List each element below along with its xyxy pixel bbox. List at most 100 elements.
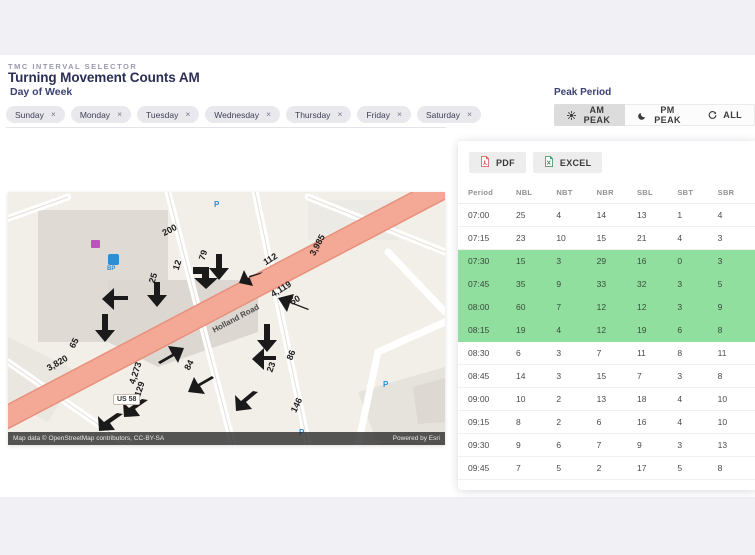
- table-row[interactable]: 08:15 19 4 12 19 6 8: [458, 318, 755, 342]
- day-chip-wednesday[interactable]: Wednesday ×: [205, 106, 280, 123]
- cell-sbr: 4: [717, 203, 755, 227]
- column-header-sbr[interactable]: SBR: [717, 182, 755, 204]
- peak-period-button-label: PM PEAK: [654, 105, 681, 125]
- column-header-nbr[interactable]: NBR: [596, 182, 637, 204]
- day-chip-friday[interactable]: Friday ×: [357, 106, 411, 123]
- cell-sbt: 6: [677, 318, 718, 342]
- cell-sbr: 13: [717, 433, 755, 457]
- day-chip-label: Thursday: [295, 109, 331, 120]
- cell-nbr: 13: [596, 387, 637, 411]
- cell-nbl: 25: [516, 203, 557, 227]
- table-row[interactable]: 09:45 7 5 2 17 5 8: [458, 456, 755, 480]
- interval-table: Period NBL NBT NBR SBL SBT SBR 07:00 25 4 14 13 1 4 0…: [458, 182, 755, 480]
- cell-sbt: 4: [677, 387, 718, 411]
- cell-sbl: 9: [636, 433, 678, 457]
- day-chip-label: Tuesday: [146, 109, 179, 120]
- close-icon[interactable]: ×: [467, 110, 472, 119]
- day-chip-tuesday[interactable]: Tuesday ×: [137, 106, 200, 123]
- route-shield-label: US 58: [113, 394, 141, 405]
- peak-period-pm-peak-button[interactable]: PM PEAK: [625, 104, 695, 126]
- table-row[interactable]: 07:30 15 3 29 16 0 3: [458, 249, 755, 273]
- cell-nbt: 7: [556, 295, 597, 319]
- excel-icon: [544, 156, 554, 169]
- close-icon[interactable]: ×: [337, 110, 342, 119]
- cell-nbt: 9: [556, 272, 597, 296]
- table-row[interactable]: 07:45 35 9 33 32 3 5: [458, 272, 755, 296]
- cell-nbl: 9: [516, 433, 557, 457]
- esri-attribution: Powered by Esri: [392, 435, 440, 442]
- cell-nbl: 14: [516, 364, 557, 388]
- day-chip-saturday[interactable]: Saturday ×: [417, 106, 481, 123]
- cell-nbl: 15: [516, 249, 557, 273]
- peak-period-all-button[interactable]: ALL: [695, 104, 755, 126]
- cell-sbr: 11: [717, 341, 755, 365]
- column-header-sbl[interactable]: SBL: [636, 182, 678, 204]
- cell-period: 07:00: [458, 203, 516, 227]
- peak-period-button-group: AM PEAK PM PEAK ALL: [554, 104, 755, 126]
- table-row[interactable]: 07:15 23 10 15 21 4 3: [458, 226, 755, 250]
- cell-nbt: 5: [556, 456, 597, 480]
- day-of-week-chip-list: Sunday × Monday × Tuesday × Wednesday × Thursday…: [6, 106, 481, 123]
- table-row[interactable]: 09:30 9 6 7 9 3 13: [458, 433, 755, 457]
- cell-nbl: 19: [516, 318, 557, 342]
- cell-nbl: 10: [516, 387, 557, 411]
- cell-sbr: 8: [717, 318, 755, 342]
- peak-period-am-peak-button[interactable]: AM PEAK: [554, 104, 625, 126]
- close-icon[interactable]: ×: [185, 110, 190, 119]
- table-row[interactable]: 09:15 8 2 6 16 4 10: [458, 410, 755, 434]
- cell-sbl: 16: [636, 249, 678, 273]
- cell-sbr: 3: [717, 226, 755, 250]
- cell-nbt: 3: [556, 364, 597, 388]
- cell-nbt: 4: [556, 318, 597, 342]
- cell-period: 07:30: [458, 249, 516, 273]
- export-toolbar: PDF EXCEL: [458, 141, 755, 182]
- table-row[interactable]: 07:00 25 4 14 13 1 4: [458, 203, 755, 227]
- close-icon[interactable]: ×: [266, 110, 271, 119]
- export-button-label: PDF: [496, 157, 515, 168]
- close-icon[interactable]: ×: [397, 110, 402, 119]
- cell-nbl: 8: [516, 410, 557, 434]
- cell-nbr: 12: [596, 318, 637, 342]
- shop-icon: [91, 240, 100, 248]
- cell-nbt: 2: [556, 387, 597, 411]
- cell-sbl: 17: [636, 456, 678, 480]
- close-icon[interactable]: ×: [51, 110, 56, 119]
- cell-sbl: 32: [636, 272, 678, 296]
- cell-nbr: 15: [596, 364, 637, 388]
- day-chip-monday[interactable]: Monday ×: [70, 106, 132, 123]
- cell-sbl: 21: [636, 226, 678, 250]
- cell-period: 08:15: [458, 318, 516, 342]
- fuel-station-icon: [108, 254, 119, 265]
- map-canvas[interactable]: 200 79 12 25 112 4,119 3,985 50 65 3,820…: [8, 192, 445, 445]
- cell-sbt: 0: [677, 249, 718, 273]
- column-header-nbt[interactable]: NBT: [556, 182, 597, 204]
- day-chip-label: Friday: [366, 109, 391, 120]
- cell-sbt: 3: [677, 295, 718, 319]
- column-header-sbt[interactable]: SBT: [677, 182, 718, 204]
- cell-sbr: 10: [717, 387, 755, 411]
- cell-nbr: 33: [596, 272, 637, 296]
- close-icon[interactable]: ×: [117, 110, 122, 119]
- column-header-nbl[interactable]: NBL: [516, 182, 557, 204]
- export-pdf-button[interactable]: PDF: [469, 152, 526, 173]
- day-chip-label: Wednesday: [214, 109, 260, 120]
- cell-nbr: 12: [596, 295, 637, 319]
- export-excel-button[interactable]: EXCEL: [532, 152, 603, 173]
- day-chip-thursday[interactable]: Thursday ×: [286, 106, 352, 123]
- osm-attribution: Map data © OpenStreetMap contributors, C…: [13, 435, 165, 442]
- cell-sbr: 9: [717, 295, 755, 319]
- column-header-period[interactable]: Period: [458, 182, 516, 204]
- table-row[interactable]: 08:30 6 3 7 11 8 11: [458, 341, 755, 365]
- table-row[interactable]: 09:00 10 2 13 18 4 10: [458, 387, 755, 411]
- peak-period-button-label: AM PEAK: [583, 105, 611, 125]
- cell-sbl: 12: [636, 295, 678, 319]
- table-body: 07:00 25 4 14 13 1 4 07:15 23 10 15 21 4 3 07:30 15 3 29 1…: [458, 203, 755, 480]
- moon-icon: [638, 111, 647, 120]
- cell-nbr: 7: [596, 433, 637, 457]
- peak-period-button-label: ALL: [723, 110, 742, 120]
- day-chip-sunday[interactable]: Sunday ×: [6, 106, 65, 123]
- parking-icon: P: [214, 200, 220, 209]
- table-row[interactable]: 08:45 14 3 15 7 3 8: [458, 364, 755, 388]
- table-row[interactable]: 08:00 60 7 12 12 3 9: [458, 295, 755, 319]
- cell-nbl: 7: [516, 456, 557, 480]
